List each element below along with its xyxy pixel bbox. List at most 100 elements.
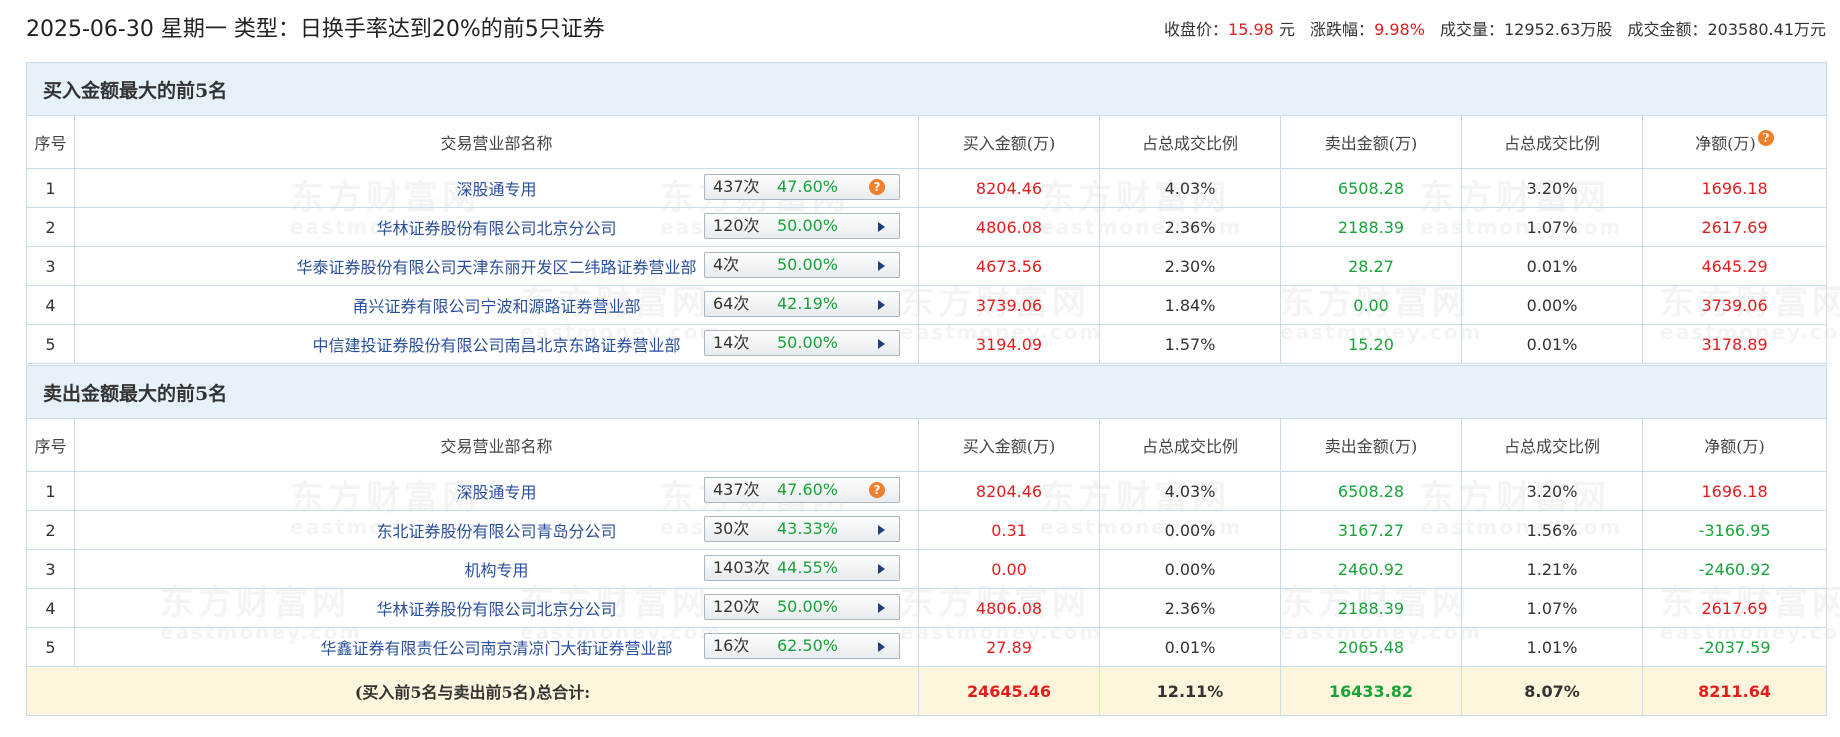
win-rate: 50.00% xyxy=(777,333,839,352)
broker-stats-badge[interactable]: 64次 42.19% xyxy=(704,291,900,317)
broker-name-link[interactable]: 机构专用 xyxy=(464,561,528,580)
table-row: 3 机构专用 1403次 44.55% 0.00 0.00% 2460.92 1.21% -24… xyxy=(26,549,1828,589)
buy-section-title: 买入金额最大的前5名 xyxy=(25,62,1828,116)
row-buy-ratio: 4.03% xyxy=(1099,471,1281,511)
row-name-cell: 中信建投证券股份有限公司南昌北京东路证券营业部 14次 50.00% xyxy=(74,324,919,364)
row-sell-ratio: 3.20% xyxy=(1461,168,1643,208)
broker-stats-badge[interactable]: 14次 50.00% xyxy=(704,330,900,356)
col-name: 交易营业部名称 xyxy=(74,115,919,169)
row-net: 1696.18 xyxy=(1641,168,1828,208)
table-row: 4 华林证券股份有限公司北京分公司 120次 50.00% 4806.08 2.36% 21… xyxy=(26,588,1828,628)
row-sell: 6508.28 xyxy=(1280,471,1462,511)
row-seq: 4 xyxy=(26,285,75,325)
row-sell: 3167.27 xyxy=(1280,510,1462,550)
play-arrow-icon[interactable] xyxy=(878,525,885,535)
broker-name-link[interactable]: 华鑫证券有限责任公司南京清凉门大街证券营业部 xyxy=(320,639,672,658)
row-sell: 28.27 xyxy=(1280,246,1462,286)
broker-stats-badge[interactable]: 4次 50.00% xyxy=(704,252,900,278)
row-sell-ratio: 1.21% xyxy=(1461,549,1643,589)
help-icon[interactable]: ? xyxy=(1757,130,1774,146)
col-buy: 买入金额(万) xyxy=(918,115,1100,169)
row-name-cell: 华鑫证券有限责任公司南京清凉门大街证券营业部 16次 62.50% xyxy=(74,627,919,667)
row-buy: 0.00 xyxy=(918,549,1100,589)
change-label: 涨跌幅： xyxy=(1310,20,1375,39)
header-bar: 2025-06-30 星期一 类型：日换手率达到20%的前5只证券 收盘价：15… xyxy=(26,12,1826,48)
row-seq: 1 xyxy=(26,471,75,511)
row-net: -3166.95 xyxy=(1641,510,1828,550)
volume-value: 12952.63万股 xyxy=(1504,20,1613,39)
total-net: 8211.64 xyxy=(1641,666,1828,716)
help-icon[interactable]: ? xyxy=(869,179,885,195)
row-net: 3178.89 xyxy=(1641,324,1828,364)
broker-stats-badge[interactable]: 437次 47.60%? xyxy=(704,477,900,503)
broker-name-link[interactable]: 深股通专用 xyxy=(456,483,536,502)
col-sell: 卖出金额(万) xyxy=(1280,418,1462,472)
row-buy: 3739.06 xyxy=(918,285,1100,325)
broker-name-link[interactable]: 华林证券股份有限公司北京分公司 xyxy=(376,219,616,238)
play-arrow-icon[interactable] xyxy=(878,300,885,310)
col-sell-ratio: 占总成交比例 xyxy=(1461,115,1643,169)
row-sell-ratio: 1.56% xyxy=(1461,510,1643,550)
play-arrow-icon[interactable] xyxy=(878,222,885,232)
amount-label: 成交金额： xyxy=(1627,20,1708,39)
total-buy-ratio: 12.11% xyxy=(1099,666,1281,716)
broker-name-link[interactable]: 中信建投证券股份有限公司南昌北京东路证券营业部 xyxy=(312,336,680,355)
play-arrow-icon[interactable] xyxy=(878,564,885,574)
buy-column-header: 序号 交易营业部名称 买入金额(万) 占总成交比例 卖出金额(万) 占总成交比例… xyxy=(26,115,1828,169)
col-seq: 序号 xyxy=(26,418,75,472)
row-seq: 3 xyxy=(26,549,75,589)
help-icon[interactable]: ? xyxy=(869,482,885,498)
trade-count: 437次 xyxy=(713,480,760,499)
broker-stats-badge[interactable]: 437次 47.60%? xyxy=(704,174,900,200)
close-price-unit: 元 xyxy=(1278,20,1295,39)
broker-name-link[interactable]: 东北证券股份有限公司青岛分公司 xyxy=(376,522,616,541)
broker-name-link[interactable]: 甬兴证券有限公司宁波和源路证券营业部 xyxy=(352,297,640,316)
row-buy: 3194.09 xyxy=(918,324,1100,364)
row-seq: 4 xyxy=(26,588,75,628)
row-net: -2460.92 xyxy=(1641,549,1828,589)
trade-count: 14次 xyxy=(713,333,750,352)
col-buy-ratio: 占总成交比例 xyxy=(1099,115,1281,169)
row-sell: 15.20 xyxy=(1280,324,1462,364)
row-seq: 2 xyxy=(26,510,75,550)
col-net: 净额(万) xyxy=(1641,418,1828,472)
play-arrow-icon[interactable] xyxy=(878,339,885,349)
broker-name-link[interactable]: 深股通专用 xyxy=(456,180,536,199)
table-row: 5 中信建投证券股份有限公司南昌北京东路证券营业部 14次 50.00% 3194.09… xyxy=(26,324,1828,364)
broker-stats-badge[interactable]: 1403次 44.55% xyxy=(704,555,900,581)
change-value: 9.98% xyxy=(1374,20,1425,39)
row-net: 2617.69 xyxy=(1641,207,1828,247)
play-arrow-icon[interactable] xyxy=(878,261,885,271)
play-arrow-icon[interactable] xyxy=(878,603,885,613)
broker-name-link[interactable]: 华林证券股份有限公司北京分公司 xyxy=(376,600,616,619)
amount-value: 203580.41万元 xyxy=(1707,20,1826,39)
win-rate: 43.33% xyxy=(777,519,839,538)
row-buy-ratio: 1.84% xyxy=(1099,285,1281,325)
trade-count: 16次 xyxy=(713,636,750,655)
row-seq: 1 xyxy=(26,168,75,208)
row-seq: 5 xyxy=(26,627,75,667)
col-name: 交易营业部名称 xyxy=(74,418,919,472)
row-name-cell: 机构专用 1403次 44.55% xyxy=(74,549,919,589)
broker-stats-badge[interactable]: 16次 62.50% xyxy=(704,633,900,659)
row-sell-ratio: 1.07% xyxy=(1461,207,1643,247)
row-buy-ratio: 2.36% xyxy=(1099,207,1281,247)
table-row: 2 华林证券股份有限公司北京分公司 120次 50.00% 4806.08 2.36% 21… xyxy=(26,207,1828,247)
col-buy: 买入金额(万) xyxy=(918,418,1100,472)
row-seq: 3 xyxy=(26,246,75,286)
broker-stats-badge[interactable]: 120次 50.00% xyxy=(704,213,900,239)
broker-name-link[interactable]: 华泰证券股份有限公司天津东丽开发区二纬路证券营业部 xyxy=(296,258,696,277)
broker-stats-badge[interactable]: 30次 43.33% xyxy=(704,516,900,542)
sell-top5-table: 卖出金额最大的前5名 序号 交易营业部名称 买入金额(万) 占总成交比例 卖出金… xyxy=(25,365,1828,716)
trade-count: 1403次 xyxy=(713,558,770,577)
trade-count: 30次 xyxy=(713,519,750,538)
broker-stats-badge[interactable]: 120次 50.00% xyxy=(704,594,900,620)
win-rate: 50.00% xyxy=(777,597,839,616)
row-sell-ratio: 1.07% xyxy=(1461,588,1643,628)
table-row: 5 华鑫证券有限责任公司南京清凉门大街证券营业部 16次 62.50% 27.89 0.0… xyxy=(26,627,1828,667)
col-buy-ratio: 占总成交比例 xyxy=(1099,418,1281,472)
row-name-cell: 华林证券股份有限公司北京分公司 120次 50.00% xyxy=(74,588,919,628)
row-buy-ratio: 2.36% xyxy=(1099,588,1281,628)
play-arrow-icon[interactable] xyxy=(878,642,885,652)
buy-top5-table: 买入金额最大的前5名 序号 交易营业部名称 买入金额(万) 占总成交比例 卖出金… xyxy=(25,62,1828,364)
